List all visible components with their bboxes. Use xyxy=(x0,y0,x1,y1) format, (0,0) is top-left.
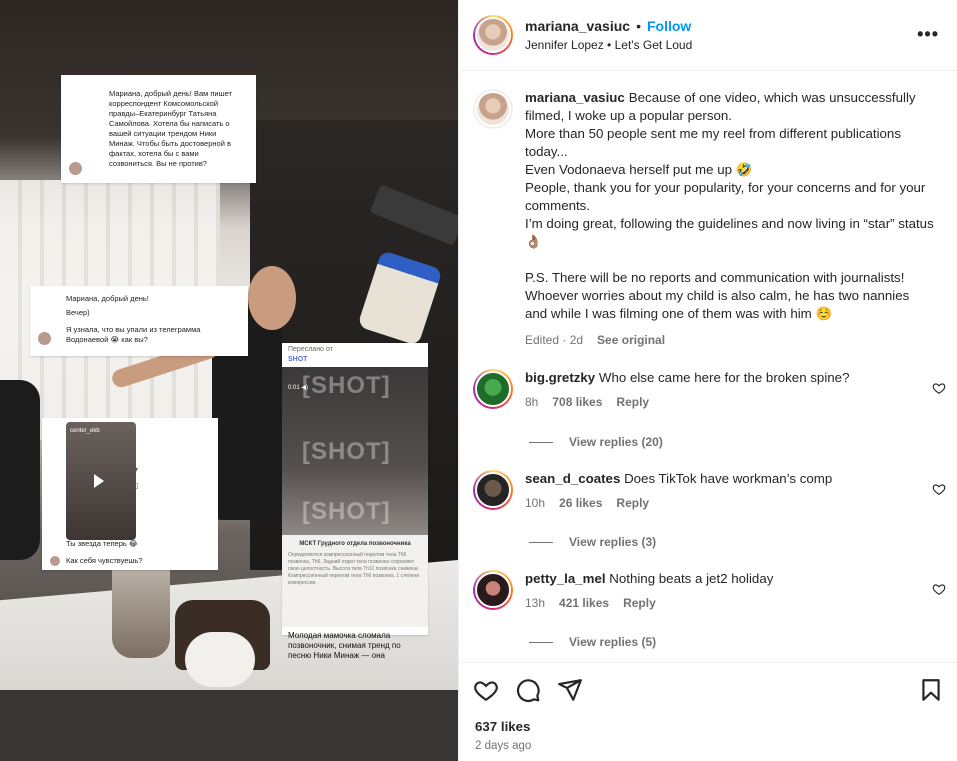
message-line: Как себя чувствуешь? xyxy=(66,556,143,565)
background-person xyxy=(0,380,40,560)
author-avatar[interactable] xyxy=(473,15,513,55)
comment-likes[interactable]: 26 likes xyxy=(559,496,602,510)
message-row: Как себя чувствуешь? xyxy=(50,556,143,566)
like-count[interactable]: 637 likes xyxy=(475,719,530,734)
commenter-avatar[interactable] xyxy=(473,470,513,510)
post-time[interactable]: 2 days ago xyxy=(475,740,531,752)
commenter-avatar[interactable] xyxy=(473,369,513,409)
comment-item: sean_d_coates Does TikTok have workman’s… xyxy=(459,470,957,510)
commenter-avatar[interactable] xyxy=(473,570,513,610)
post-header: mariana_vasiuc • Follow Jennifer Lopez •… xyxy=(459,0,957,71)
view-replies-button[interactable]: View replies (20) xyxy=(529,435,663,449)
comments-scroll[interactable]: mariana_vasiuc Because of one video, whic… xyxy=(459,71,957,662)
send-icon: ▾ xyxy=(134,465,139,474)
comment-time[interactable]: 10h xyxy=(525,496,545,510)
comment-text: Nothing beats a jet2 holiday xyxy=(609,571,774,586)
message-card-evening: Мариана, добрый день! Вечер) Я узнала, ч… xyxy=(30,286,248,356)
commenter-username[interactable]: big.gretzky xyxy=(525,370,595,385)
avatar xyxy=(38,332,51,345)
caption-username[interactable]: mariana_vasiuc xyxy=(525,90,625,105)
avatar xyxy=(69,162,82,175)
message-line: Мариана, добрый день! xyxy=(66,294,149,303)
comment-item: big.gretzky Who else came here for the b… xyxy=(459,369,957,409)
scan-report: МСКТ Грудного отдела позвоночника Опреде… xyxy=(282,535,428,627)
reel-author: center_ekb xyxy=(70,428,100,434)
comment-time[interactable]: 8h xyxy=(525,395,538,409)
follow-button[interactable]: Follow xyxy=(647,18,691,34)
report-body: Определяются компрессионный перелом тела… xyxy=(288,552,420,586)
save-bookmark-icon[interactable] xyxy=(918,677,944,703)
caption-body: Because of one video, which was unsucces… xyxy=(525,90,934,321)
message-line: Ты звезда теперь 😂 xyxy=(66,539,138,548)
commenter-username[interactable]: petty_la_mel xyxy=(525,571,606,586)
edited-label: Edited · 2d xyxy=(525,333,584,347)
share-send-icon[interactable] xyxy=(557,677,583,703)
comment-bubble-icon[interactable] xyxy=(515,677,541,703)
forwarded-source: SHOT xyxy=(288,356,308,363)
forwarded-label: Переслано от xyxy=(288,346,333,353)
post-actions: 637 likes 2 days ago xyxy=(459,662,957,761)
caption-text: mariana_vasiuc Because of one video, whic… xyxy=(525,89,935,323)
counter-base xyxy=(0,690,458,761)
toys xyxy=(185,632,255,687)
comment-text: Does TikTok have workman’s comp xyxy=(624,471,833,486)
news-caption: Молодая мамочка сломала позвоночник, сни… xyxy=(288,631,401,660)
reply-button[interactable]: Reply xyxy=(616,496,649,510)
post-dialog: Мариана, добрый день! Вам пишет корреспо… xyxy=(0,0,957,761)
more-options-icon[interactable]: ••• xyxy=(917,24,939,45)
message-line: Вечер) xyxy=(66,308,90,317)
shared-reel-thumbnail: center_ekb xyxy=(66,422,136,540)
reply-button[interactable]: Reply xyxy=(616,395,649,409)
watermark: [SHOT] xyxy=(302,372,391,399)
view-replies-label: View replies (5) xyxy=(569,635,657,649)
post-caption: mariana_vasiuc Because of one video, whic… xyxy=(459,71,957,349)
play-icon xyxy=(94,474,104,488)
comment-time[interactable]: 13h xyxy=(525,596,545,610)
comment-likes[interactable]: 708 likes xyxy=(552,395,602,409)
view-replies-label: View replies (20) xyxy=(569,435,663,449)
author-username[interactable]: mariana_vasiuc xyxy=(525,18,630,34)
like-comment-heart-icon[interactable] xyxy=(932,381,946,395)
forwarded-from: Переслано от SHOT xyxy=(282,343,428,367)
reply-button[interactable]: Reply xyxy=(623,596,656,610)
watermark: [SHOT] xyxy=(302,498,391,525)
author-avatar[interactable] xyxy=(473,89,513,129)
like-comment-heart-icon[interactable] xyxy=(932,582,946,596)
share-icons: ▾ ▯ xyxy=(134,462,138,494)
view-replies-button[interactable]: View replies (3) xyxy=(529,535,656,549)
comment-likes[interactable]: 421 likes xyxy=(559,596,609,610)
report-title: МСКТ Грудного отдела позвоночника xyxy=(299,541,411,547)
like-comment-heart-icon[interactable] xyxy=(932,482,946,496)
commenter-username[interactable]: sean_d_coates xyxy=(525,471,620,486)
person-head xyxy=(248,266,296,330)
news-video: 0:01 ◀) [SHOT] [SHOT] [SHOT] xyxy=(282,367,428,535)
like-heart-icon[interactable] xyxy=(473,677,499,703)
message-card-journalist: Мариана, добрый день! Вам пишет корреспо… xyxy=(61,75,256,183)
watermark: [SHOT] xyxy=(302,438,391,465)
comment-text: Who else came here for the broken spine? xyxy=(598,370,850,385)
view-replies-label: View replies (3) xyxy=(569,535,657,549)
see-original-button[interactable]: See original xyxy=(597,331,665,349)
post-media[interactable]: Мариана, добрый день! Вам пишет корреспо… xyxy=(0,0,458,761)
avatar xyxy=(50,556,60,566)
post-side-panel: mariana_vasiuc • Follow Jennifer Lopez •… xyxy=(458,0,957,761)
bookmark-icon: ▯ xyxy=(134,481,139,490)
separator: • xyxy=(636,18,641,34)
comment-item: petty_la_mel Nothing beats a jet2 holida… xyxy=(459,570,957,610)
message-line: Я узнала, что вы упали из телеграмма Вод… xyxy=(66,325,201,344)
view-replies-button[interactable]: View replies (5) xyxy=(529,635,656,649)
message-card-shared-reel: center_ekb ▾ ▯ Ты звезда теперь 😂 Как се… xyxy=(42,418,218,570)
audio-track[interactable]: Jennifer Lopez • Let's Get Loud xyxy=(525,38,692,52)
message-bubble: Мариана, добрый день! Вам пишет корреспо… xyxy=(109,89,232,168)
news-card-shot: Переслано от SHOT 0:01 ◀) [SHOT] [SHOT] … xyxy=(282,343,428,660)
